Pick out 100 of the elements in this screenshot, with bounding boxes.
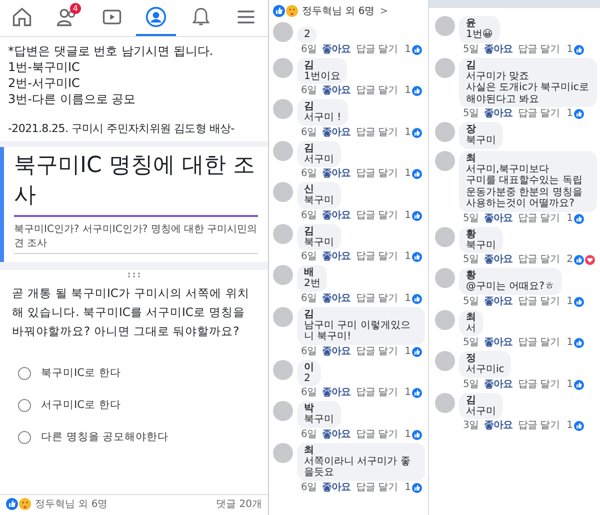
reply-link[interactable]: 답글 달기 — [518, 212, 560, 224]
avatar-placeholder — [435, 16, 455, 36]
reactions-text[interactable]: 정두혁님 외 6명 — [302, 4, 375, 18]
reply-link[interactable]: 답글 달기 — [356, 482, 398, 494]
like-link[interactable]: 좋아요 — [322, 292, 351, 304]
nav-tab[interactable]: 4 — [46, 0, 87, 36]
reaction-count: 1 — [566, 108, 573, 120]
reply-link[interactable]: 답글 달기 — [518, 378, 560, 390]
avatar-placeholder — [435, 150, 455, 170]
like-link[interactable]: 좋아요 — [484, 296, 513, 308]
like-link[interactable]: 좋아요 — [322, 387, 351, 399]
comment-text: 2 — [304, 29, 310, 40]
comment-count[interactable]: 댓글 20개 — [216, 497, 262, 511]
reply-link[interactable]: 답글 달기 — [356, 44, 398, 56]
commenter-name[interactable]: 황 — [466, 228, 496, 240]
commenter-name[interactable]: 이 — [304, 362, 314, 372]
reply-link[interactable]: 답글 달기 — [518, 254, 560, 266]
comment-age: 5일 — [463, 296, 479, 308]
reply-link[interactable]: 답글 달기 — [356, 85, 398, 97]
like-link[interactable]: 좋아요 — [322, 210, 351, 222]
reaction-count: 2 — [566, 254, 573, 266]
hugging-face-icon — [19, 498, 31, 510]
like-link[interactable]: 좋아요 — [322, 346, 351, 358]
reply-link[interactable]: 답글 달기 — [356, 346, 398, 358]
avatar-placeholder — [273, 224, 293, 244]
like-icon — [574, 255, 584, 265]
commenter-name[interactable]: 윤 — [466, 18, 493, 29]
like-link[interactable]: 좋아요 — [322, 85, 351, 97]
like-link[interactable]: 좋아요 — [484, 420, 513, 432]
like-link[interactable]: 좋아요 — [322, 482, 351, 494]
like-link[interactable]: 좋아요 — [322, 168, 351, 180]
comment-age: 6일 — [301, 346, 317, 358]
reply-link[interactable]: 답글 달기 — [518, 337, 560, 349]
reaction-count: 1 — [566, 296, 573, 308]
reply-link[interactable]: 답글 달기 — [518, 44, 560, 56]
option-label: 북구미IC로 한다 — [41, 366, 121, 380]
commenter-name[interactable]: 김 — [304, 60, 340, 70]
comment-text: 서구미,북구미보다 구미를 대표할수있는 독립운동가분중 한분의 명칭을 사용하는것이 어떨까요? — [466, 164, 584, 210]
reply-link[interactable]: 답글 달기 — [518, 420, 560, 432]
radio-button[interactable] — [18, 398, 31, 412]
comment-text: 1번이요 — [304, 70, 340, 82]
like-link[interactable]: 좋아요 — [322, 428, 351, 440]
reaction-count: 1 — [404, 387, 411, 399]
reply-link[interactable]: 답글 달기 — [356, 387, 398, 399]
reply-link[interactable]: 답글 달기 — [356, 126, 398, 138]
like-icon — [412, 210, 422, 220]
chevron[interactable]: > — [380, 6, 388, 16]
avatar-placeholder — [273, 265, 293, 285]
reply-link[interactable]: 답글 달기 — [518, 296, 560, 308]
commenter-name[interactable]: 황 — [466, 270, 554, 281]
commenter-name[interactable]: 최 — [466, 312, 476, 322]
reply-link[interactable]: 답글 달기 — [518, 108, 560, 120]
like-link[interactable]: 좋아요 — [484, 337, 513, 349]
question-text: 곧 개통 될 북구미IC가 구미시의 서쪽에 위치해 있습니다. 북구미IC를 서구미IC로 명칭을 바꿔야할까요? 아니면 그대로 둬야할까요? — [12, 285, 250, 340]
like-link[interactable]: 좋아요 — [484, 212, 513, 224]
commenter-name[interactable]: 김 — [304, 101, 342, 112]
like-link[interactable]: 좋아요 — [484, 378, 513, 390]
avatar-placeholder — [435, 58, 455, 78]
like-link[interactable]: 좋아요 — [484, 44, 513, 56]
reaction-count: 1 — [404, 210, 411, 222]
like-link[interactable]: 좋아요 — [322, 44, 351, 56]
commenter-name[interactable]: 최 — [466, 152, 590, 164]
post-text: 3번-다른 이름으로 공모 — [8, 91, 137, 107]
reply-link[interactable]: 답글 달기 — [356, 428, 398, 440]
commenter-name[interactable]: 신 — [304, 184, 334, 195]
reply-link[interactable]: 답글 달기 — [356, 292, 398, 304]
commenter-name[interactable]: 장 — [466, 124, 496, 135]
like-icon — [412, 482, 422, 492]
commenter-name[interactable]: 김 — [304, 308, 418, 320]
comment-age: 6일 — [301, 482, 317, 494]
commenter-name[interactable]: 배 — [304, 267, 320, 278]
comment-text: 서 — [466, 322, 476, 334]
option-label: 다른 명칭을 공모해야한다 — [41, 430, 169, 444]
reactions-text[interactable]: 정두혁님 외 6명 — [35, 497, 108, 511]
commenter-name[interactable]: 김 — [466, 60, 590, 70]
reaction-count: 1 — [566, 420, 573, 432]
avatar-placeholder — [273, 22, 293, 42]
like-link[interactable]: 좋아요 — [322, 251, 351, 263]
comment-text: 남구미 구미 이렇게있으니 북구미! — [304, 320, 412, 342]
radio-button[interactable] — [18, 366, 31, 380]
comment-text: 서쪽이라니 서구미가 좋을듯요 — [304, 456, 412, 478]
reaction-count: 1 — [404, 346, 411, 358]
like-link[interactable]: 좋아요 — [322, 126, 351, 138]
reply-link[interactable]: 답글 달기 — [356, 168, 398, 180]
commenter-name[interactable]: 박 — [304, 403, 334, 414]
commenter-name[interactable]: 김 — [466, 394, 496, 406]
commenter-name[interactable]: 김 — [304, 142, 334, 154]
commenter-name[interactable]: 정 — [466, 353, 504, 364]
like-link[interactable]: 좋아요 — [484, 108, 513, 120]
reaction-count: 1 — [404, 251, 411, 263]
reply-link[interactable]: 답글 달기 — [356, 251, 398, 263]
drag-handle-icon[interactable] — [127, 272, 141, 278]
commenter-name[interactable]: 김 — [304, 226, 334, 236]
reply-link[interactable]: 답글 달기 — [356, 210, 398, 222]
like-link[interactable]: 좋아요 — [484, 254, 513, 266]
avatar-placeholder — [273, 140, 293, 160]
radio-button[interactable] — [18, 430, 31, 444]
like-icon — [574, 380, 584, 390]
comment-age: 5일 — [463, 108, 479, 120]
commenter-name[interactable]: 최 — [304, 444, 418, 456]
